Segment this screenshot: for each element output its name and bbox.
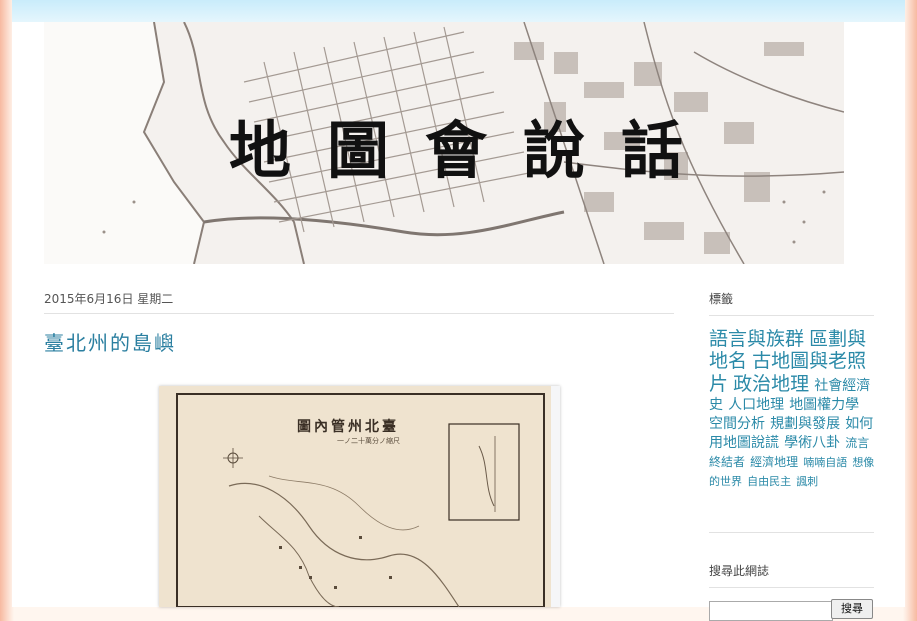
label-link[interactable]: 語言與族群 bbox=[709, 328, 804, 350]
labels-cloud: 語言與族群 區劃與地名 古地圖與老照片 政治地理 社會經濟史 人口地理 地圖權力… bbox=[709, 328, 877, 490]
label-link[interactable]: 經濟地理 bbox=[750, 455, 798, 469]
post-date-header: 2015年6月16日 星期二 bbox=[44, 290, 674, 314]
label-link[interactable]: 喃喃自語 bbox=[803, 456, 847, 469]
label-link[interactable]: 規劃與發展 bbox=[770, 416, 840, 432]
top-band bbox=[12, 0, 905, 22]
post-map-image[interactable]: 圖內管州北臺 一ノ二十萬分ノ縮尺 bbox=[159, 386, 560, 607]
map-image-title: 圖內管州北臺 bbox=[297, 419, 399, 435]
labels-widget-heading: 標籤 bbox=[709, 290, 874, 316]
search-widget-heading: 搜尋此網誌 bbox=[709, 562, 874, 588]
blog-header[interactable]: 地圖會說話 bbox=[44, 22, 844, 264]
blog-title[interactable]: 地圖會說話 bbox=[44, 100, 844, 190]
label-link[interactable]: 地圖權力學 bbox=[789, 397, 859, 413]
post-title[interactable]: 臺北州的島嶼 bbox=[44, 327, 176, 356]
search-button[interactable]: 搜尋 bbox=[831, 599, 873, 619]
label-link[interactable]: 空間分析 bbox=[709, 416, 765, 432]
label-link[interactable]: 人口地理 bbox=[728, 397, 784, 413]
page-container: 地圖會說話 2015年6月16日 星期二 臺北州的島嶼 圖內管州北臺 一ノ二十萬… bbox=[12, 0, 905, 621]
label-link[interactable]: 政治地理 bbox=[733, 373, 809, 395]
sidebar-divider bbox=[709, 532, 874, 533]
search-input[interactable] bbox=[709, 601, 833, 621]
label-link[interactable]: 學術八卦 bbox=[784, 435, 840, 451]
label-link[interactable]: 諷刺 bbox=[796, 475, 818, 488]
map-image-subtitle: 一ノ二十萬分ノ縮尺 bbox=[337, 437, 400, 445]
label-link[interactable]: 自由民主 bbox=[747, 475, 791, 488]
